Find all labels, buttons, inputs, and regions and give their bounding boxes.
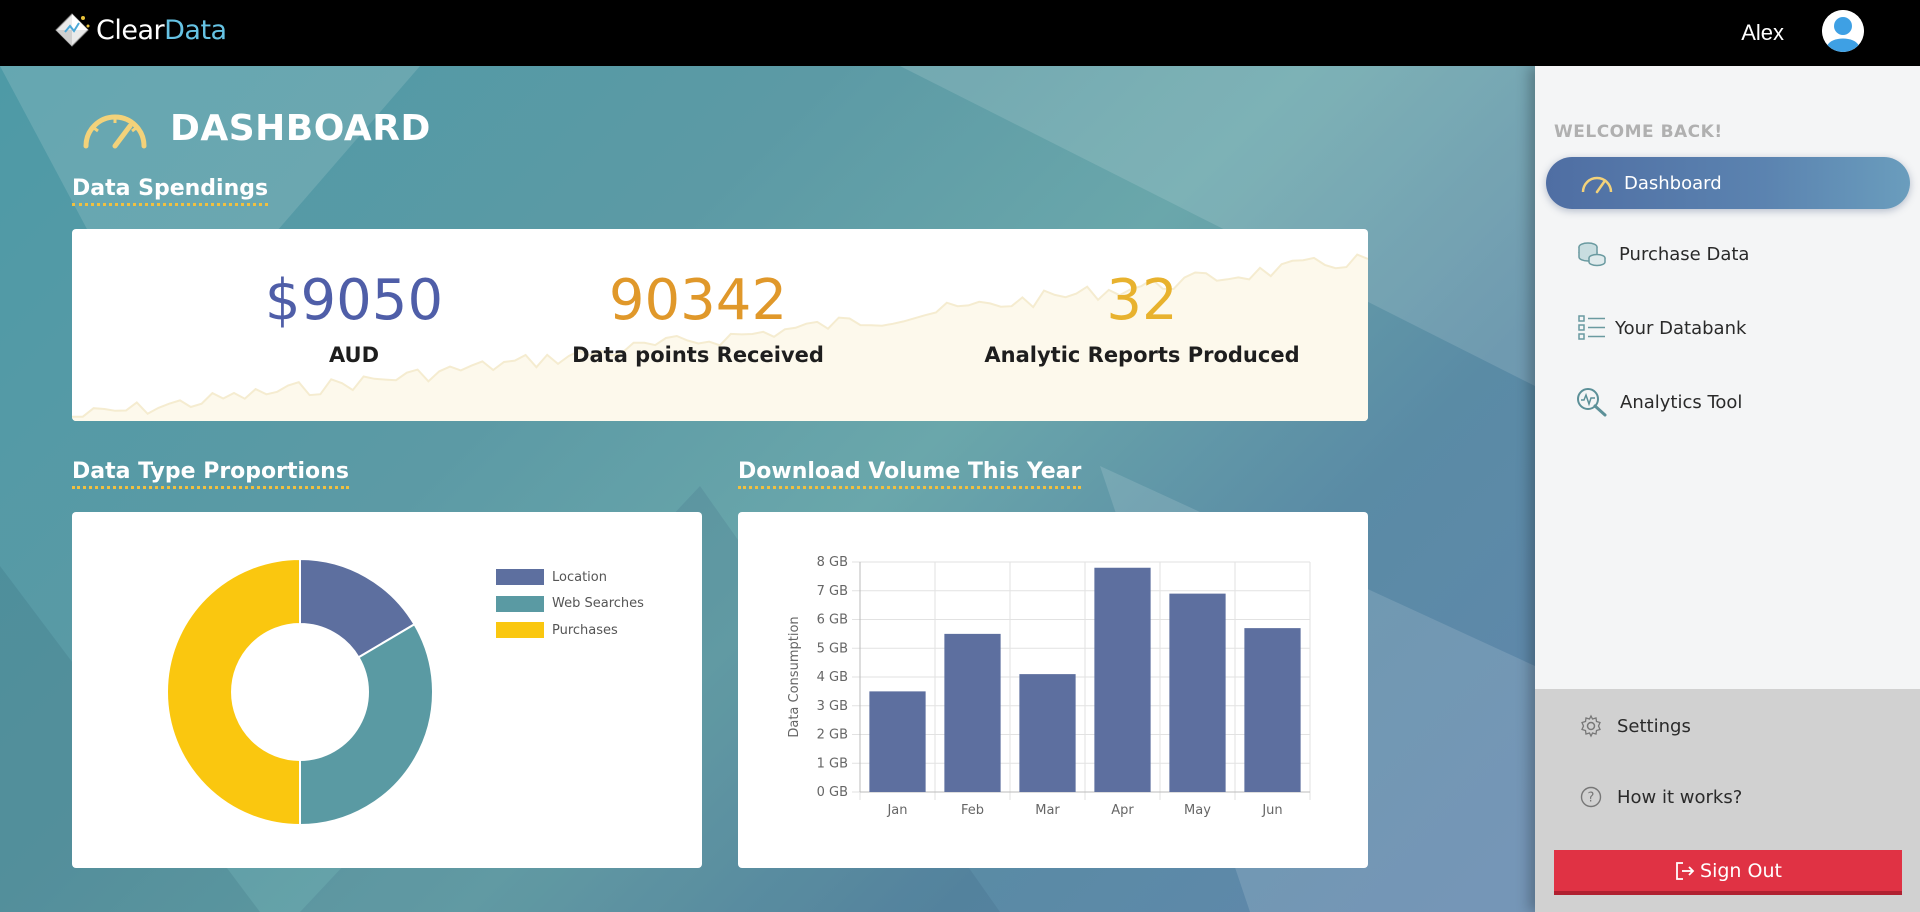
y-tick-label: 2 GB — [817, 728, 848, 743]
legend-label-web-searches: Web Searches — [552, 596, 644, 612]
y-tick-label: 3 GB — [817, 699, 848, 714]
speedometer-icon — [1580, 168, 1614, 198]
spendings-card: $9050 AUD 90342 Data points Received 32 … — [72, 229, 1368, 421]
page-title: DASHBOARD — [170, 107, 431, 149]
stat-datapoints-value: 90342 — [608, 268, 788, 333]
sidebar-item-label: Dashboard — [1624, 172, 1722, 194]
stat-datapoints-label: Data points Received — [572, 343, 824, 367]
x-tick-label: Apr — [1111, 803, 1134, 818]
y-axis-label: Data Consumption — [787, 616, 802, 737]
x-tick-label: May — [1184, 803, 1211, 818]
sidebar-item-label: How it works? — [1617, 786, 1743, 808]
y-tick-label: 7 GB — [817, 584, 848, 599]
stat-spend: $9050 AUD — [154, 268, 554, 368]
coins-icon — [1575, 239, 1609, 269]
bar-feb[interactable] — [944, 633, 1001, 792]
donut-chart-card: Location Web Searches Purchases — [72, 512, 702, 868]
bar-may[interactable] — [1169, 593, 1226, 792]
stat-datapoints: 90342 Data points Received — [498, 268, 898, 368]
sidebar-item-label: Purchase Data — [1619, 243, 1750, 265]
sidebar-item-dashboard[interactable]: Dashboard — [1546, 157, 1910, 209]
bar-apr[interactable] — [1094, 567, 1151, 792]
legend-item[interactable]: Purchases — [496, 617, 644, 644]
stat-reports: 32 Analytic Reports Produced — [942, 268, 1342, 368]
sign-out-button[interactable]: Sign Out — [1554, 850, 1902, 895]
stat-reports-label: Analytic Reports Produced — [984, 343, 1300, 367]
welcome-text: WELCOME BACK! — [1554, 122, 1723, 142]
sidebar-item-label: Your Databank — [1615, 317, 1747, 339]
x-tick-label: Jan — [886, 803, 907, 818]
sidebar-item-settings[interactable]: Settings — [1546, 700, 1910, 752]
user-avatar-icon — [1822, 10, 1864, 52]
y-tick-label: 4 GB — [817, 670, 848, 685]
y-tick-label: 6 GB — [817, 613, 848, 628]
svg-text:?: ? — [1588, 791, 1595, 806]
data-type-proportions-title: Data Type Proportions — [72, 459, 349, 489]
logo[interactable]: ClearData — [52, 10, 227, 50]
sign-out-label: Sign Out — [1700, 859, 1782, 882]
bar-chart-card: 0 GB 1 GB 2 GB 3 GB 4 GB 5 GB 6 GB 7 GB 8 GB Jan F… — [738, 512, 1368, 868]
legend-swatch-web-searches — [496, 595, 544, 612]
bar-chart: 0 GB 1 GB 2 GB 3 GB 4 GB 5 GB 6 GB 7 GB 8 GB Jan F… — [787, 555, 1311, 818]
donut-slice-web-searches[interactable] — [299, 622, 434, 827]
donut-legend: Location Web Searches Purchases — [496, 564, 644, 644]
legend-label-location: Location — [552, 569, 607, 585]
y-tick-label: 0 GB — [817, 785, 848, 800]
y-tick-label: 1 GB — [817, 756, 848, 771]
data-spendings-title: Data Spendings — [72, 176, 269, 206]
x-tick-label: Mar — [1035, 803, 1060, 818]
logo-icon — [55, 13, 90, 47]
legend-swatch-purchases — [496, 622, 544, 639]
list-icon — [1575, 313, 1609, 343]
legend-label-purchases: Purchases — [552, 622, 618, 638]
stat-spend-label: AUD — [328, 343, 380, 367]
y-tick-label: 5 GB — [817, 641, 848, 656]
x-tick-label: Jun — [1261, 803, 1282, 818]
sidebar-item-your-databank[interactable]: Your Databank — [1546, 302, 1910, 354]
analytics-search-icon — [1575, 387, 1609, 417]
sidebar-item-analytics-tool[interactable]: Analytics Tool — [1546, 376, 1910, 428]
logo-text: ClearData — [96, 14, 227, 46]
page-header: DASHBOARD — [80, 106, 431, 150]
top-bar: ClearData Alex — [0, 0, 1920, 66]
bar-mar[interactable] — [1019, 674, 1076, 792]
avatar[interactable] — [1822, 10, 1864, 52]
y-tick-label: 8 GB — [817, 555, 848, 570]
stat-spend-value: $9050 — [264, 268, 444, 333]
x-tick-label: Feb — [961, 803, 984, 818]
legend-swatch-location — [496, 569, 544, 586]
download-volume-title: Download Volume This Year — [738, 459, 1082, 489]
gear-icon — [1574, 711, 1608, 741]
user-name[interactable]: Alex — [1741, 20, 1784, 46]
donut-slice-purchases[interactable] — [166, 557, 301, 827]
bar-jan[interactable] — [869, 691, 926, 792]
sign-out-icon — [1676, 861, 1695, 880]
question-icon: ? — [1574, 782, 1608, 812]
legend-item[interactable]: Location — [496, 564, 644, 591]
legend-item[interactable]: Web Searches — [496, 591, 644, 618]
sidebar-item-label: Settings — [1617, 715, 1691, 737]
sidebar-item-label: Analytics Tool — [1620, 391, 1743, 413]
bar-jun[interactable] — [1244, 628, 1301, 792]
sidebar: WELCOME BACK! Dashboard Purchase Data Yo… — [1535, 66, 1920, 912]
sidebar-item-purchase-data[interactable]: Purchase Data — [1546, 228, 1910, 280]
main-content: DASHBOARD Data Spendings $9050 AUD 90342… — [0, 66, 1535, 912]
stat-reports-value: 32 — [1106, 268, 1178, 333]
sidebar-item-how-it-works[interactable]: ? How it works? — [1546, 771, 1910, 823]
speedometer-icon — [83, 114, 147, 149]
